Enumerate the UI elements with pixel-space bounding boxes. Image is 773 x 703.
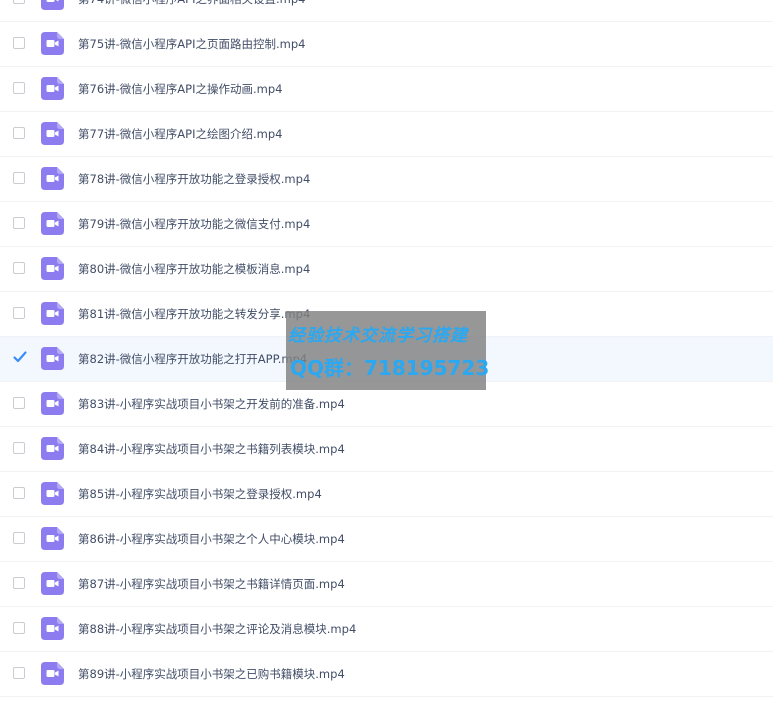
file-name[interactable]: 第74讲-微信小程序API之界面相关设置.mp4 — [78, 0, 305, 7]
video-file-icon — [41, 32, 64, 55]
checkbox[interactable] — [13, 262, 25, 274]
checkbox[interactable] — [13, 127, 25, 139]
checkmark-icon — [13, 351, 27, 363]
video-file-icon — [41, 347, 64, 370]
file-name[interactable]: 第79讲-微信小程序开放功能之微信支付.mp4 — [78, 216, 310, 232]
checkbox[interactable] — [13, 577, 25, 589]
checkbox[interactable] — [13, 532, 25, 544]
video-file-icon — [41, 212, 64, 235]
file-name[interactable]: 第88讲-小程序实战项目小书架之评论及消息模块.mp4 — [78, 621, 356, 637]
file-row[interactable]: 第80讲-微信小程序开放功能之模板消息.mp4 — [0, 247, 773, 292]
file-name[interactable]: 第89讲-小程序实战项目小书架之已购书籍模块.mp4 — [78, 666, 345, 682]
file-row[interactable]: 第76讲-微信小程序API之操作动画.mp4 — [0, 67, 773, 112]
checkbox-checked[interactable] — [13, 351, 27, 364]
video-file-icon — [41, 572, 64, 595]
watermark-text: 经验技术交流学习搭建 — [288, 326, 468, 346]
checkbox[interactable] — [13, 442, 25, 454]
file-name[interactable]: 第85讲-小程序实战项目小书架之登录授权.mp4 — [78, 486, 322, 502]
video-file-icon — [41, 392, 64, 415]
checkbox[interactable] — [13, 172, 25, 184]
video-file-icon — [41, 302, 64, 325]
file-row[interactable]: 第85讲-小程序实战项目小书架之登录授权.mp4 — [0, 472, 773, 517]
file-name[interactable]: 第78讲-微信小程序开放功能之登录授权.mp4 — [78, 171, 310, 187]
checkbox[interactable] — [13, 307, 25, 319]
video-file-icon — [41, 617, 64, 640]
file-row[interactable]: 第79讲-微信小程序开放功能之微信支付.mp4 — [0, 202, 773, 247]
checkbox[interactable] — [13, 397, 25, 409]
file-name[interactable]: 第80讲-微信小程序开放功能之模板消息.mp4 — [78, 261, 310, 277]
file-row[interactable]: 第88讲-小程序实战项目小书架之评论及消息模块.mp4 — [0, 607, 773, 652]
watermark-qq-group: QQ群：718195723 — [290, 356, 490, 380]
file-name[interactable]: 第84讲-小程序实战项目小书架之书籍列表模块.mp4 — [78, 441, 345, 457]
file-row[interactable]: 第77讲-微信小程序API之绘图介绍.mp4 — [0, 112, 773, 157]
file-row[interactable]: 第75讲-微信小程序API之页面路由控制.mp4 — [0, 22, 773, 67]
checkbox[interactable] — [13, 217, 25, 229]
video-file-icon — [41, 257, 64, 280]
file-row[interactable]: 第87讲-小程序实战项目小书架之书籍详情页面.mp4 — [0, 562, 773, 607]
video-file-icon — [41, 77, 64, 100]
file-name[interactable]: 第86讲-小程序实战项目小书架之个人中心模块.mp4 — [78, 531, 345, 547]
file-name[interactable]: 第76讲-微信小程序API之操作动画.mp4 — [78, 81, 282, 97]
file-name[interactable]: 第81讲-微信小程序开放功能之转发分享.mp4 — [78, 306, 310, 322]
file-name[interactable]: 第83讲-小程序实战项目小书架之开发前的准备.mp4 — [78, 396, 345, 412]
video-file-icon — [41, 527, 64, 550]
file-row[interactable]: 第86讲-小程序实战项目小书架之个人中心模块.mp4 — [0, 517, 773, 562]
video-file-icon — [41, 167, 64, 190]
file-name[interactable]: 第75讲-微信小程序API之页面路由控制.mp4 — [78, 36, 305, 52]
file-row[interactable]: 第84讲-小程序实战项目小书架之书籍列表模块.mp4 — [0, 427, 773, 472]
file-name[interactable]: 第82讲-微信小程序开放功能之打开APP.mp4 — [78, 351, 307, 367]
checkbox[interactable] — [13, 37, 25, 49]
video-file-icon — [41, 662, 64, 685]
file-row[interactable]: 第89讲-小程序实战项目小书架之已购书籍模块.mp4 — [0, 652, 773, 697]
video-file-icon — [41, 0, 64, 10]
watermark-overlay: 经验技术交流学习搭建 QQ群：718195723 — [286, 311, 490, 390]
file-row[interactable]: 第74讲-微信小程序API之界面相关设置.mp4 — [0, 0, 773, 22]
video-file-icon — [41, 437, 64, 460]
file-name[interactable]: 第87讲-小程序实战项目小书架之书籍详情页面.mp4 — [78, 576, 345, 592]
checkbox[interactable] — [13, 667, 25, 679]
video-file-icon — [41, 122, 64, 145]
checkbox[interactable] — [13, 487, 25, 499]
checkbox[interactable] — [13, 0, 25, 4]
video-file-icon — [41, 482, 64, 505]
file-row[interactable]: 第78讲-微信小程序开放功能之登录授权.mp4 — [0, 157, 773, 202]
file-name[interactable]: 第77讲-微信小程序API之绘图介绍.mp4 — [78, 126, 282, 142]
checkbox[interactable] — [13, 82, 25, 94]
checkbox[interactable] — [13, 622, 25, 634]
